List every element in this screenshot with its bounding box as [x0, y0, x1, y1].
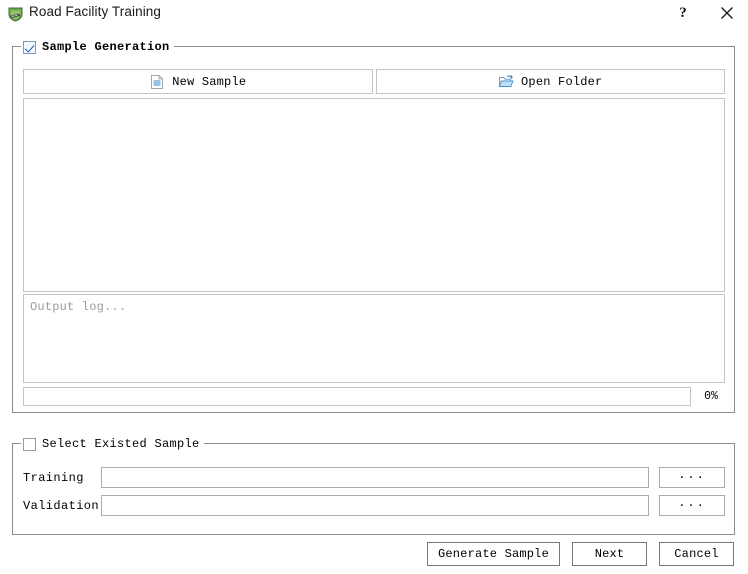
- sample-generation-legend: Sample Generation: [21, 39, 174, 55]
- training-row: Training ...: [23, 467, 725, 488]
- select-existed-sample-legend: Select Existed Sample: [21, 436, 204, 452]
- select-existed-sample-checkbox[interactable]: [23, 437, 36, 451]
- sample-generation-label: Sample Generation: [42, 40, 170, 54]
- sample-generation-checkbox[interactable]: [23, 40, 36, 54]
- new-sample-label: New Sample: [172, 74, 247, 89]
- progress-row: 0%: [23, 387, 725, 406]
- select-existed-sample-group: Select Existed Sample Training ... Valid…: [12, 436, 735, 535]
- sample-list-area[interactable]: [23, 98, 725, 292]
- close-icon: [720, 6, 734, 20]
- next-button[interactable]: Next: [572, 542, 647, 566]
- window-title: Road Facility Training: [29, 4, 162, 19]
- title-bar: Road Facility Training ?: [0, 0, 748, 27]
- cancel-button[interactable]: Cancel: [659, 542, 734, 566]
- road-shield-icon: [7, 5, 24, 22]
- dialog-footer: Generate Sample Next Cancel: [0, 541, 748, 567]
- open-folder-icon: [498, 74, 514, 90]
- output-log-area[interactable]: Output log...: [23, 294, 725, 383]
- close-button[interactable]: [716, 2, 738, 24]
- sample-toolbar: New Sample Open Folder: [23, 69, 725, 94]
- validation-path-input[interactable]: [101, 495, 649, 516]
- sample-generation-group: Sample Generation New Sample Open Folder…: [12, 39, 735, 413]
- training-label: Training: [23, 470, 84, 485]
- validation-browse-button[interactable]: ...: [659, 495, 725, 516]
- select-existed-sample-label: Select Existed Sample: [42, 437, 200, 451]
- training-browse-button[interactable]: ...: [659, 467, 725, 488]
- validation-label: Validation: [23, 498, 100, 513]
- new-document-icon: [149, 74, 165, 90]
- progress-percent-label: 0%: [704, 390, 718, 403]
- validation-row: Validation ...: [23, 495, 725, 516]
- progress-bar: [23, 387, 691, 406]
- open-folder-button[interactable]: Open Folder: [375, 69, 725, 94]
- training-path-input[interactable]: [101, 467, 649, 488]
- output-log-placeholder: Output log...: [30, 300, 127, 314]
- help-button[interactable]: ?: [672, 2, 694, 24]
- open-folder-label: Open Folder: [521, 74, 603, 89]
- new-sample-button[interactable]: New Sample: [23, 69, 373, 94]
- generate-sample-button[interactable]: Generate Sample: [426, 542, 560, 566]
